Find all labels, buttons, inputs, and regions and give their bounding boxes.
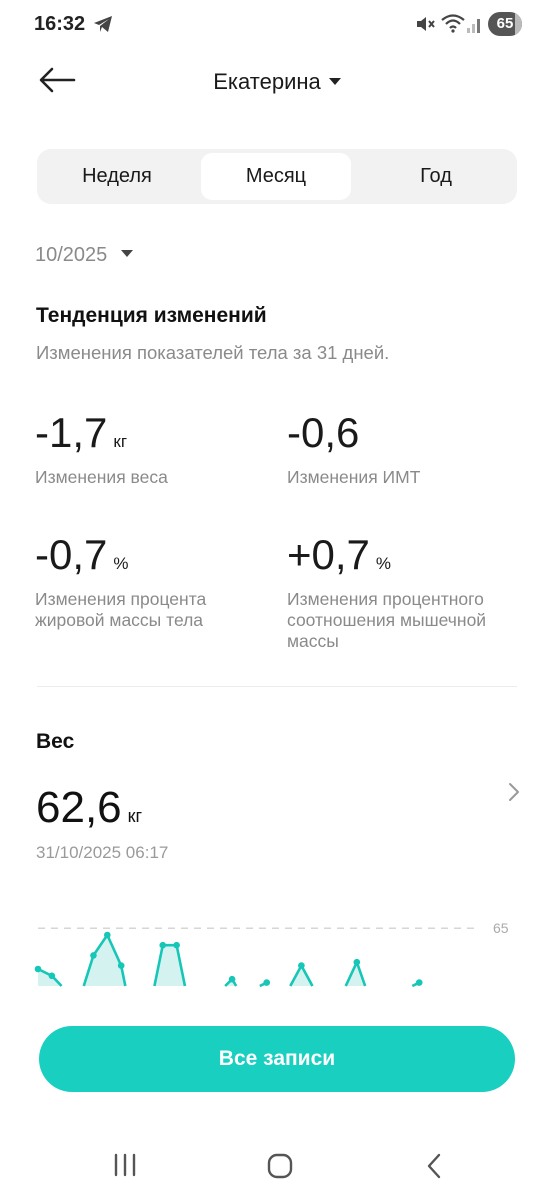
period-label: 10/2025 <box>35 244 108 266</box>
profile-name: Екатерина <box>213 69 321 94</box>
tab-week[interactable]: Неделя <box>41 153 193 200</box>
battery-level: 65 <box>496 15 514 32</box>
signal-icon <box>467 19 480 33</box>
metric-weight-change: -1,7 кг Изменения веса <box>35 410 265 488</box>
divider <box>37 686 517 687</box>
trend-title: Тенденция изменений <box>36 304 267 327</box>
tab-year[interactable]: Год <box>359 153 513 200</box>
caret-down-icon <box>328 77 341 85</box>
weight-title: Вес <box>36 730 75 753</box>
reference-label: 65 <box>493 920 509 936</box>
weight-chart: 65 <box>34 920 509 988</box>
weight-date: 31/10/2025 06:17 <box>36 843 169 862</box>
chart-point <box>117 962 125 969</box>
period-tabs: Неделя Месяц Год <box>37 149 517 204</box>
chart-point <box>90 952 97 959</box>
chart-point <box>228 975 236 983</box>
recents-icon[interactable] <box>112 1152 138 1178</box>
battery-icon: 65 <box>488 12 522 36</box>
all-records-button[interactable]: Все записи <box>39 1026 515 1092</box>
metric-label: Изменения веса <box>35 467 168 487</box>
caret-down-icon <box>121 250 134 258</box>
chart-point <box>34 965 42 973</box>
status-bar: 16:32 65 <box>0 0 554 50</box>
trend-subtitle: Изменения показателей тела за 31 дней. <box>36 342 390 363</box>
telegram-icon <box>94 16 112 32</box>
metric-muscle-change: +0,7% Изменения процентного соотношения … <box>287 532 527 652</box>
metric-unit: % <box>375 554 392 573</box>
period-selector[interactable]: 10/2025 <box>35 244 134 267</box>
metric-label: Изменения процента жировой массы тела <box>35 589 207 630</box>
chart-point <box>104 931 111 939</box>
metric-label: Изменения ИМТ <box>287 467 421 487</box>
home-icon[interactable] <box>266 1152 294 1180</box>
back-icon[interactable] <box>424 1152 444 1180</box>
chart-point <box>48 972 56 980</box>
tab-month[interactable]: Месяц <box>201 153 351 200</box>
profile-selector[interactable]: Екатерина <box>0 69 554 95</box>
metric-label: Изменения процентного соотношения мышечн… <box>287 589 487 651</box>
metric-value: +0,7 <box>287 531 370 578</box>
weight-value[interactable]: 62,6 кг <box>36 784 142 840</box>
chart-point <box>263 979 271 986</box>
metric-value: -1,7 <box>35 409 108 456</box>
system-nav-bar <box>0 1140 554 1200</box>
status-time: 16:32 <box>34 13 86 35</box>
metric-value: -0,7 <box>35 531 108 578</box>
metric-value: -0,6 <box>287 409 360 456</box>
chevron-right-icon[interactable] <box>506 781 522 803</box>
metric-unit: % <box>113 554 129 573</box>
mute-icon <box>417 17 435 31</box>
chart-point <box>415 979 423 986</box>
chart-point <box>298 962 305 969</box>
chart-point <box>159 941 167 949</box>
wifi-icon <box>441 14 465 33</box>
metric-unit: кг <box>113 432 128 451</box>
metric-bmi-change: -0,6 Изменения ИМТ <box>287 410 517 488</box>
chart-series <box>34 931 423 988</box>
weight-number: 62,6 <box>36 783 122 832</box>
metric-fat-change: -0,7% Изменения процента жировой массы т… <box>35 532 265 631</box>
weight-unit: кг <box>127 806 143 826</box>
chart-point <box>353 958 361 966</box>
header: Екатерина <box>0 55 554 111</box>
chart-point <box>173 941 180 949</box>
